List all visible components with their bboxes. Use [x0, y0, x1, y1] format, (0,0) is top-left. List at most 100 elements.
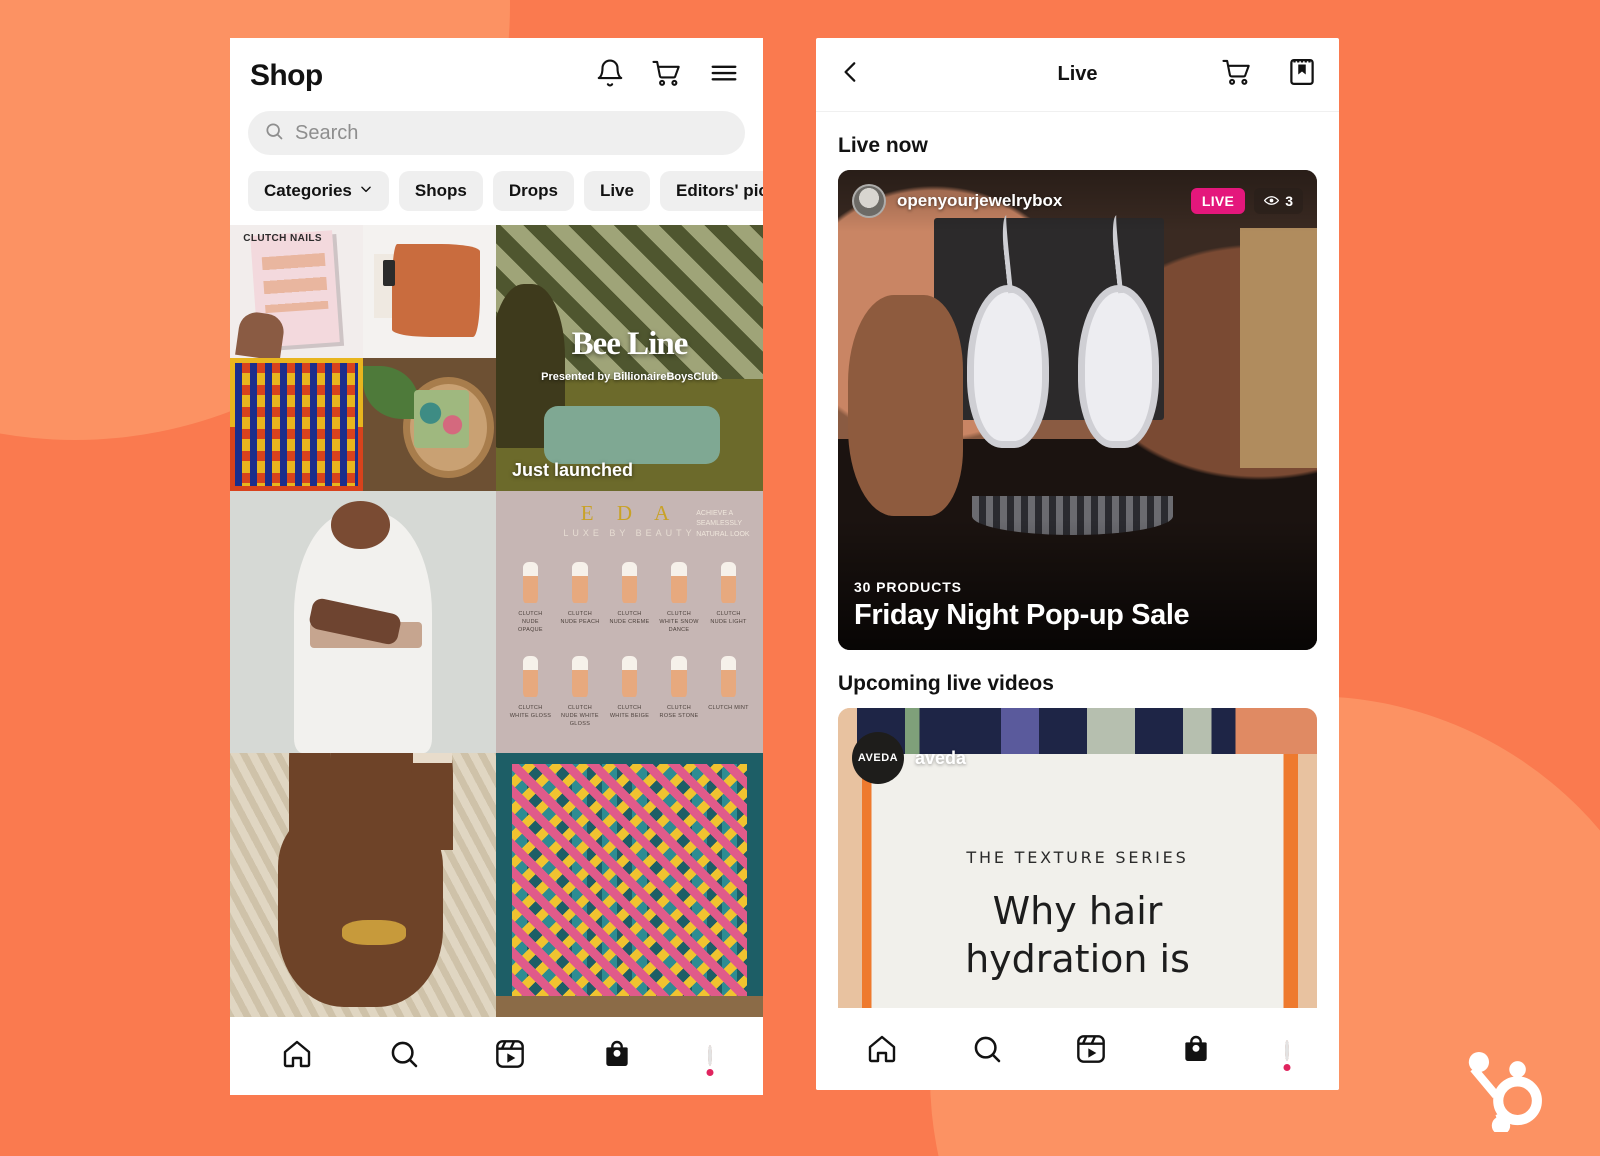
pillow-art: [392, 243, 481, 337]
viewer-count: 3: [1285, 193, 1293, 209]
pill-shops[interactable]: Shops: [398, 171, 483, 211]
upcoming-card-topbar: AVEDA aveda: [838, 730, 1317, 786]
eda-swatch-grid: CLUTCH NUDE OPAQUE CLUTCH NUDE PEACH CLU…: [507, 557, 753, 743]
leaf-art: [363, 365, 419, 420]
tile-orange-pillow[interactable]: [363, 225, 496, 358]
bee-line-logo: Bee Line: [571, 326, 689, 363]
search-icon[interactable]: [388, 1038, 420, 1075]
avatar[interactable]: [852, 184, 886, 218]
live-header: Live: [816, 38, 1339, 112]
reels-icon[interactable]: [1075, 1033, 1107, 1070]
phone-shop-screen: Shop Search Categories Shops Drops Live …: [230, 38, 763, 1095]
upcoming-heading: Why hair hydration is: [838, 888, 1317, 983]
bottom-tab-bar: [230, 1017, 763, 1095]
live-card-topbar: openyourjewelrybox LIVE 3: [838, 170, 1317, 232]
tile-hand-with-nails[interactable]: [230, 753, 496, 1023]
bell-icon[interactable]: [595, 58, 625, 93]
upcoming-live-card[interactable]: AVEDA aveda THE TEXTURE SERIES Why hair …: [838, 708, 1317, 1008]
bee-line-table-art: [544, 405, 721, 465]
tile-bee-line-video[interactable]: Bee Line Presented by BillionaireBoysClu…: [496, 225, 763, 491]
cart-icon[interactable]: [1221, 57, 1253, 92]
model-head-art: [331, 501, 390, 549]
eda-swatch: CLUTCH MINT: [705, 651, 753, 743]
chevron-down-icon: [359, 181, 373, 201]
live-header-icon-group: [1221, 57, 1317, 92]
bottom-tab-bar: [816, 1012, 1339, 1090]
ring-art: [341, 920, 406, 945]
avatar: [707, 1045, 712, 1066]
eda-swatch: CLUTCH NUDE WHITE GLOSS: [556, 651, 604, 743]
shop-photo-grid: CLUTCH NAILS Continue shopping: [230, 225, 763, 1049]
live-username[interactable]: openyourjewelrybox: [897, 191, 1062, 211]
clutch-nails-brand-text: CLUTCH NAILS: [243, 232, 322, 244]
eda-swatch: CLUTCH WHITE SNOW DANCE: [655, 557, 703, 649]
live-now-card[interactable]: openyourjewelrybox LIVE 3 30 PRODUCTS Fr…: [838, 170, 1317, 650]
chair-art: [1240, 227, 1317, 468]
header-icon-group: [595, 58, 743, 93]
upcoming-username[interactable]: aveda: [915, 748, 966, 769]
eda-swatch: CLUTCH WHITE BEIGE: [606, 651, 654, 743]
shop-header: Shop: [230, 38, 763, 97]
reels-icon[interactable]: [494, 1038, 526, 1075]
tile-kente-pattern[interactable]: [230, 358, 363, 491]
filter-pill-row[interactable]: Categories Shops Drops Live Editors' pic…: [230, 155, 763, 225]
eda-swatch: CLUTCH NUDE CREME: [606, 557, 654, 649]
search-bar[interactable]: Search: [248, 111, 745, 155]
phone-live-screen: Live Live now openyourjewelrybox LIVE 3 …: [816, 38, 1339, 1090]
eda-swatch: CLUTCH NUDE LIGHT: [705, 557, 753, 649]
pillow-tag-art: [382, 259, 395, 287]
upcoming-heading-line-2: hydration is: [965, 936, 1190, 981]
search-icon[interactable]: [971, 1033, 1003, 1070]
profile-avatar[interactable]: [1283, 1040, 1291, 1071]
live-badge-group: LIVE 3: [1190, 188, 1303, 214]
hand-art: [847, 294, 963, 516]
cart-icon[interactable]: [651, 58, 683, 93]
notification-dot: [706, 1069, 714, 1076]
tile-embroidery-hoop[interactable]: [363, 358, 496, 491]
page-title: Shop: [250, 58, 323, 92]
search-icon: [264, 121, 284, 146]
pill-label: Categories: [264, 181, 352, 200]
eda-swatch: CLUTCH NUDE PEACH: [556, 557, 604, 649]
pill-categories[interactable]: Categories: [248, 171, 389, 211]
eda-swatch: CLUTCH ROSE STONE: [655, 651, 703, 743]
product-count: 30 PRODUCTS: [854, 579, 962, 595]
avatar[interactable]: AVEDA: [852, 732, 904, 784]
shop-bag-icon[interactable]: [601, 1038, 633, 1075]
search-input[interactable]: Search: [295, 122, 358, 145]
earring-art: [967, 285, 1049, 449]
tile-clutch-nails[interactable]: CLUTCH NAILS: [230, 225, 363, 358]
eda-swatch: CLUTCH WHITE GLOSS: [507, 651, 555, 743]
section-title-upcoming: Upcoming live videos: [838, 672, 1054, 695]
pill-live[interactable]: Live: [583, 171, 650, 211]
profile-avatar[interactable]: [706, 1045, 714, 1076]
grid-row-1: CLUTCH NAILS Continue shopping: [230, 225, 763, 1038]
pill-editors-picks[interactable]: Editors' picks: [659, 171, 763, 211]
shop-bag-icon[interactable]: [1180, 1033, 1212, 1070]
eda-side-note: ACHIEVE A SEAMLESSLY NATURAL LOOK: [696, 510, 750, 538]
finger-art: [331, 753, 374, 818]
home-icon[interactable]: [866, 1033, 898, 1070]
finger-art: [373, 753, 417, 824]
live-card-heading: Friday Night Pop-up Sale: [854, 599, 1190, 631]
avatar: [1284, 1040, 1289, 1061]
home-icon[interactable]: [281, 1038, 313, 1075]
section-title-live-now: Live now: [838, 134, 928, 157]
tile-eda-nail-chart[interactable]: E D A LUXE BY BEAUTY ACHIEVE A SEAMLESSLY…: [496, 491, 763, 753]
live-card-caption: 30 PRODUCTS Friday Night Pop-up Sale: [838, 519, 1317, 650]
saved-collection-icon[interactable]: [1287, 57, 1317, 92]
earring-art: [1077, 285, 1159, 449]
pill-drops[interactable]: Drops: [492, 171, 574, 211]
finger-art: [288, 753, 332, 834]
hamburger-menu-icon[interactable]: [709, 58, 739, 93]
viewer-count-badge: 3: [1254, 188, 1303, 214]
notification-dot: [1283, 1064, 1291, 1071]
tile-colorful-rug[interactable]: [496, 753, 763, 1023]
tile-white-dress-model[interactable]: [230, 491, 496, 753]
eda-swatch: CLUTCH NUDE OPAQUE: [507, 557, 555, 649]
grid-row-3: [230, 753, 763, 1023]
upcoming-kicker: THE TEXTURE SERIES: [966, 848, 1189, 867]
grid-row-2: E D A LUXE BY BEAUTY ACHIEVE A SEAMLESSLY…: [230, 491, 763, 753]
eye-icon: [1264, 193, 1280, 209]
tile-label-just-launched: Just launched: [512, 460, 634, 480]
